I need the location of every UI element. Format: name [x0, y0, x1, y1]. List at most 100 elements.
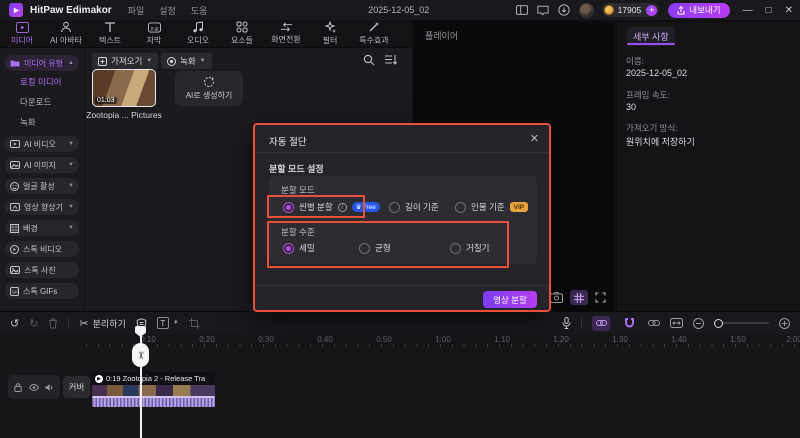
mute-icon[interactable] — [45, 383, 54, 392]
divider — [581, 317, 582, 329]
zoom-out-button[interactable] — [693, 317, 704, 329]
snapshot-icon[interactable] — [550, 292, 563, 303]
cover-button[interactable]: 커버 — [63, 376, 90, 398]
menu-file[interactable]: 파일 — [128, 4, 145, 17]
layout-icon[interactable] — [515, 5, 528, 15]
radio-person-based[interactable]: 인물 기준 VIP — [455, 201, 529, 213]
sidebar-item-stock-gifs[interactable]: GIF 스톡 GIFs — [5, 283, 79, 299]
chevron-up-icon: ▲ — [68, 60, 74, 66]
sidebar-group-background[interactable]: 배경 ▼ — [5, 220, 79, 236]
menu-help[interactable]: 도움 — [191, 4, 208, 17]
split-mode-settings-title: 분할 모드 설정 — [269, 164, 324, 174]
sidebar-group-media-type[interactable]: 미디어 유형 ▲ — [5, 55, 79, 71]
magnet-icon — [624, 318, 634, 328]
clip-duration: 01:03 — [95, 97, 117, 104]
media-sidebar: 미디어 유형 ▲ 로컬 미디어 다운로드 녹화 AI 비디오 ▼ AI 이미지 ▼ … — [0, 48, 85, 311]
link-icon — [595, 320, 607, 326]
chevron-down-icon: ▼ — [68, 225, 74, 231]
subtitles-icon — [147, 21, 161, 33]
record-button[interactable]: 녹화 ▼ — [161, 53, 212, 69]
annotation-box-scene-split — [267, 195, 365, 218]
tab-ai-avatar[interactable]: AI 아바타 — [44, 20, 88, 47]
voiceover-mic-icon[interactable] — [562, 317, 571, 329]
link-clips-button[interactable] — [592, 315, 610, 331]
delete-icon[interactable] — [48, 318, 58, 329]
tab-text[interactable]: 텍스트 — [88, 20, 132, 47]
media-clip-thumbnail[interactable]: 01:03 — [92, 69, 156, 107]
tab-elements[interactable]: 요소들 — [220, 20, 264, 47]
maximize-button[interactable]: □ — [766, 5, 772, 16]
user-avatar[interactable] — [578, 2, 594, 18]
timeline-panel: ↺ ↻ ✂ 분리하기 T ▼ 0:10 0:20 0:30 0:40 0:50 … — [0, 311, 800, 438]
coins-badge[interactable]: 17905 + — [601, 3, 660, 17]
sidebar-group-enhancer[interactable]: 영상 향상기 ▼ — [5, 199, 79, 215]
timeline-ruler[interactable]: 0:10 0:20 0:30 0:40 0:50 1:00 1:10 1:20 … — [86, 334, 800, 347]
lock-icon[interactable] — [14, 382, 22, 392]
player-title: 플레이어 — [425, 31, 459, 41]
timeline-zoom-slider[interactable] — [714, 318, 769, 328]
export-button[interactable]: 내보내기 — [668, 2, 730, 18]
feedback-icon[interactable] — [537, 5, 549, 16]
search-icon[interactable] — [363, 54, 375, 66]
radio-length-based[interactable]: 길이 기준 — [389, 201, 439, 213]
add-coins-button[interactable]: + — [646, 4, 658, 16]
eye-icon[interactable] — [28, 383, 39, 391]
fullscreen-icon[interactable] — [595, 292, 606, 303]
dialog-close-icon[interactable]: ✕ — [530, 132, 539, 145]
project-title: 2025-12-05_02 — [368, 5, 430, 15]
unlink-button[interactable] — [648, 319, 660, 327]
tab-audio[interactable]: 오디오 — [176, 20, 220, 47]
fit-icon — [670, 318, 683, 328]
title-bar: HitPaw Edimakor 파일 설정 도움 2025-12-05_02 1… — [0, 0, 800, 20]
playhead-split-button[interactable]: ✂ — [132, 343, 149, 367]
ruler-label: 0:40 — [317, 335, 333, 344]
fit-timeline-button[interactable] — [670, 318, 683, 328]
ruler-label: 1:10 — [494, 335, 510, 344]
minimize-button[interactable]: — — [743, 5, 753, 16]
chevron-down-icon: ▼ — [68, 204, 74, 210]
tab-subtitles[interactable]: 자막 — [132, 20, 176, 47]
tab-filters[interactable]: 필터 — [308, 20, 352, 47]
framerate-value: 30 — [626, 102, 637, 112]
app-name: HitPaw Edimakor — [30, 4, 112, 16]
timeline-toolbar: ↺ ↻ ✂ 분리하기 T ▼ — [0, 312, 800, 334]
clip-audio-waveform[interactable] — [92, 396, 215, 407]
redo-button[interactable]: ↻ — [29, 317, 38, 330]
close-button[interactable]: ✕ — [785, 5, 793, 16]
sidebar-group-ai-image[interactable]: AI 이미지 ▼ — [5, 157, 79, 173]
slider-knob[interactable] — [714, 318, 723, 328]
split-video-button[interactable]: 영상 분할 — [483, 291, 537, 308]
sort-icon[interactable] — [384, 54, 397, 65]
dialog-title: 자동 절단 — [269, 137, 307, 148]
grid-toggle-button[interactable] — [570, 290, 588, 305]
sidebar-group-face[interactable]: 얼굴 활성 ▼ — [5, 178, 79, 194]
menu-settings[interactable]: 설정 — [159, 4, 176, 17]
import-button[interactable]: 가져오기 ▼ — [92, 53, 159, 69]
ruler-label: 0:30 — [258, 335, 274, 344]
tab-media[interactable]: 미디어 — [0, 20, 44, 47]
tab-effects[interactable]: 특수효과 — [352, 20, 396, 47]
download-icon[interactable] — [558, 4, 570, 16]
filters-icon — [324, 21, 336, 33]
chevron-down-icon: ▼ — [68, 183, 74, 189]
crop-icon[interactable] — [188, 317, 200, 329]
sidebar-item-local-media[interactable]: 로컬 미디어 — [20, 76, 61, 88]
magnet-button[interactable] — [620, 316, 638, 331]
chevron-down-icon: ▼ — [146, 58, 153, 64]
sidebar-item-record[interactable]: 녹화 — [20, 116, 36, 128]
sidebar-item-stock-photo[interactable]: 스톡 사진 — [5, 262, 79, 278]
ai-generate-button[interactable]: AI로 생성하기 — [175, 71, 243, 106]
tab-transitions[interactable]: 화면전환 — [264, 20, 308, 47]
text-icon — [104, 21, 116, 33]
sidebar-item-stock-video[interactable]: 스톡 비디오 — [5, 241, 79, 257]
minus-circle-icon — [693, 317, 704, 329]
framerate-label: 프레임 속도: — [626, 90, 670, 100]
grid-icon — [574, 292, 584, 303]
auto-cut-dialog: 자동 절단 ✕ 분할 모드 설정 분할 모드 씬별 분할 i ♛ Free 길이 … — [253, 123, 551, 312]
split-button[interactable]: ✂ 분리하기 — [79, 317, 125, 330]
undo-button[interactable]: ↺ — [10, 317, 19, 330]
zoom-in-button[interactable] — [779, 317, 790, 329]
sidebar-group-ai-video[interactable]: AI 비디오 ▼ — [5, 136, 79, 152]
text-tool-button[interactable]: T ▼ — [156, 317, 179, 329]
sidebar-item-download[interactable]: 다운로드 — [20, 96, 51, 108]
